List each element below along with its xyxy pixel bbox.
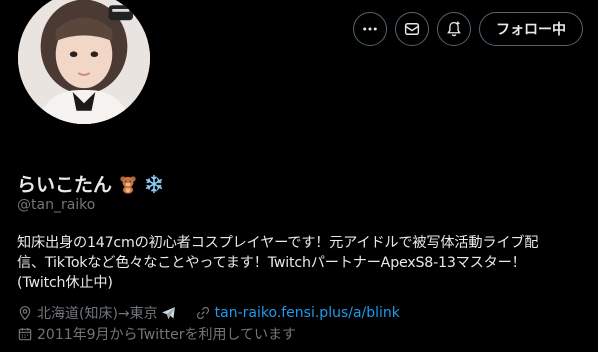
- display-name: らいこたん: [17, 174, 113, 196]
- joined-text: 2011年9月からTwitterを利用しています: [37, 327, 297, 343]
- joined-item: 2011年9月からTwitterを利用しています: [17, 324, 296, 344]
- profile-actions: フォロー中: [353, 12, 583, 46]
- website-item[interactable]: tan-raiko.fensi.plus/a/blink: [195, 305, 400, 321]
- snowflake-icon: [145, 174, 163, 193]
- calendar-icon: [18, 328, 32, 341]
- profile-avatar[interactable]: [14, 0, 154, 128]
- website-link[interactable]: tan-raiko.fensi.plus/a/blink: [215, 305, 400, 321]
- airplane-icon: [161, 306, 175, 319]
- location-text: 北海道(知床)→東京: [37, 306, 158, 322]
- link-icon: [196, 306, 209, 320]
- notification-bell-icon: [447, 21, 461, 37]
- avatar-photo: [18, 0, 150, 124]
- notify-button[interactable]: [437, 12, 471, 46]
- profile-meta: 北海道(知床)→東京 tan-raiko.fensi.plus/a/blink: [17, 303, 583, 345]
- more-button[interactable]: [353, 12, 387, 46]
- profile-bio: 知床出身の147cmの初心者コスプレイヤーです！元アイドルで被写体活動ライブ配 …: [17, 233, 583, 293]
- location-pin-icon: [19, 306, 31, 321]
- bio-line: (Twitch休止中): [17, 275, 113, 291]
- bio-line: 信、TikTokなど色々なことやってます！TwitchパートナーApexS8-1…: [17, 255, 526, 271]
- more-icon: [363, 27, 377, 31]
- display-name-row: らいこたん: [17, 170, 164, 197]
- location-item: 北海道(知床)→東京: [17, 303, 181, 323]
- user-handle: @tan_raiko: [17, 197, 96, 213]
- following-button[interactable]: フォロー中: [479, 12, 583, 46]
- bio-line: 知床出身の147cmの初心者コスプレイヤーです！元アイドルで被写体活動ライブ配: [17, 235, 539, 251]
- message-button[interactable]: [395, 12, 429, 46]
- teddy-bear-icon: [120, 175, 136, 194]
- message-icon: [404, 23, 420, 35]
